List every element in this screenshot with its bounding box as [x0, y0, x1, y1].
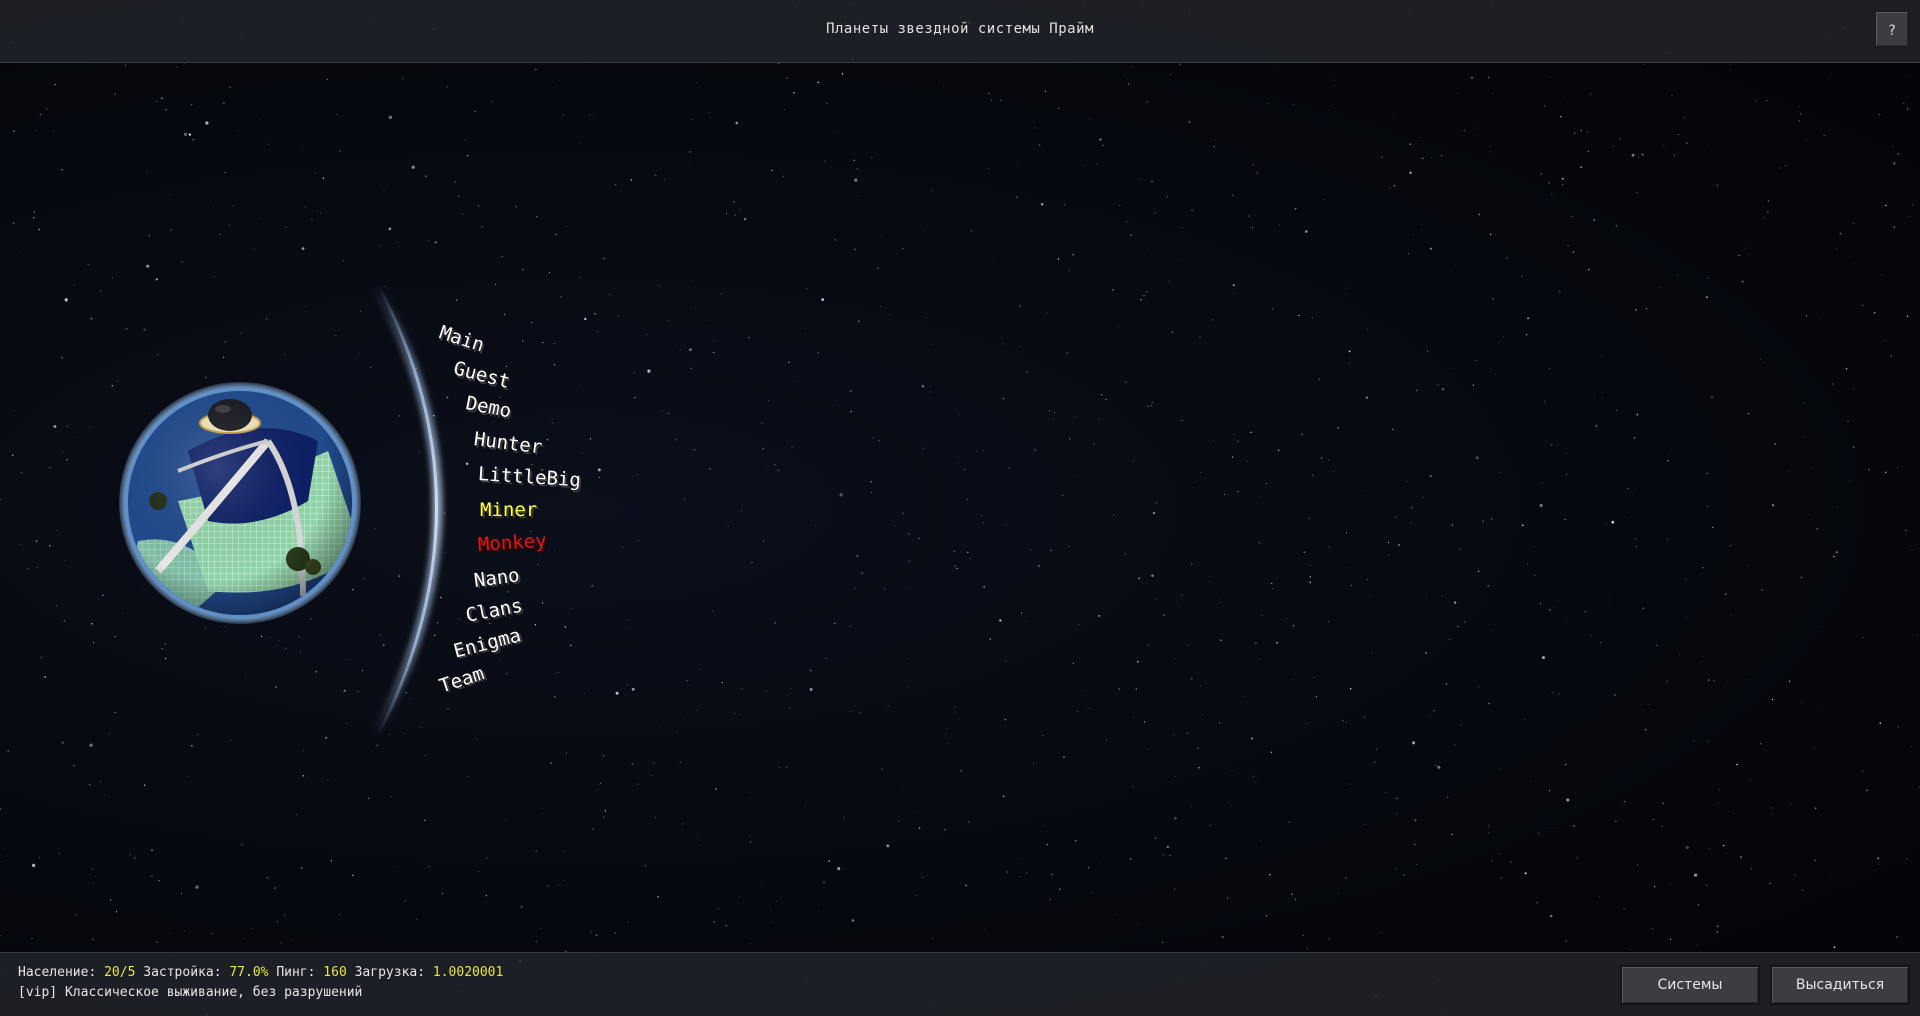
build-value: 77.0% [229, 965, 269, 980]
server-description: [vip] Классическое выживание, без разруш… [18, 985, 363, 1000]
bottom-bar: Население: 20/5 Застройка: 77.0% Пинг: 1… [0, 952, 1920, 1016]
help-button[interactable]: ? [1874, 10, 1910, 48]
load-value: 1.0020001 [432, 965, 504, 980]
land-button[interactable]: Высадиться [1770, 965, 1910, 1005]
load-label: Загрузка: [354, 965, 426, 980]
game-screen: Планеты звездной системы Прайм ? Main Gu… [0, 0, 1920, 1016]
build-label: Застройка: [143, 965, 222, 980]
systems-button[interactable]: Системы [1620, 965, 1760, 1005]
planet-item-miner[interactable]: Miner [480, 499, 537, 521]
ping-label: Пинг: [276, 965, 316, 980]
planet-item-monkey[interactable]: Monkey [478, 530, 548, 556]
population-value: 20/5 [104, 965, 136, 980]
planet-preview[interactable] [118, 381, 362, 625]
population-label: Население: [18, 965, 97, 980]
ping-value: 160 [323, 965, 347, 980]
server-stats: Население: 20/5 Застройка: 77.0% Пинг: 1… [18, 965, 503, 980]
